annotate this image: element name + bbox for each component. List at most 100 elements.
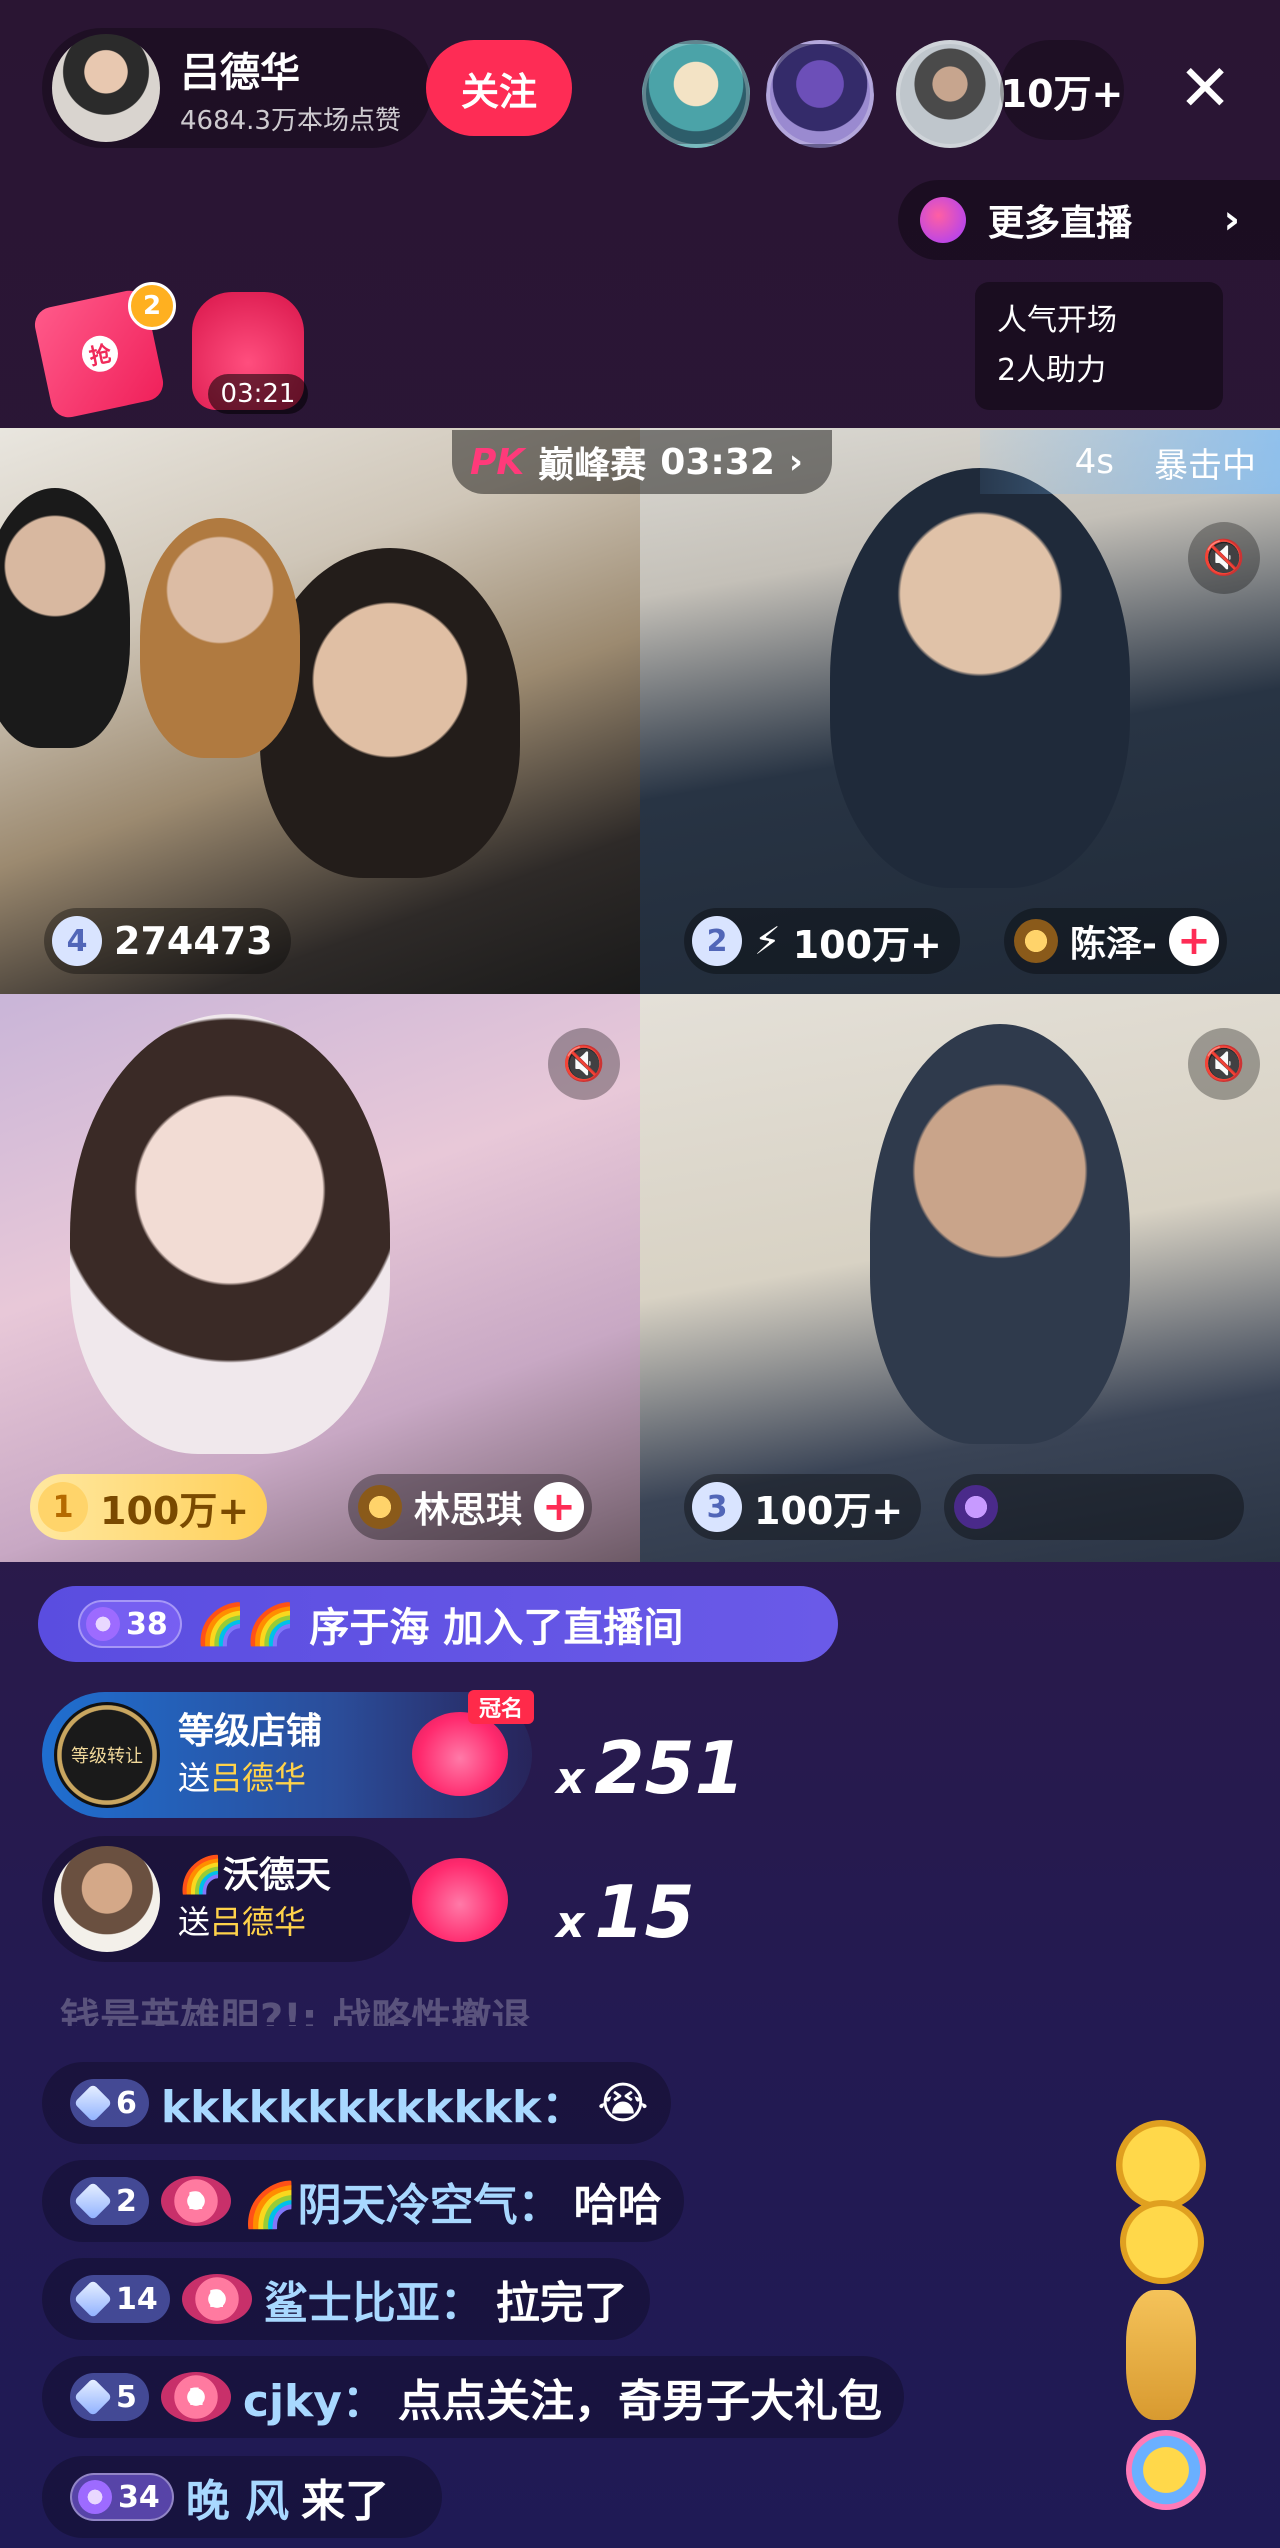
follow-plus-icon[interactable]: + [534,1482,585,1532]
gem-icon [86,1607,120,1641]
pk-logo: PK [470,441,525,483]
pk-match-bar[interactable]: PK 巅峰赛 03:32 › [452,430,832,494]
score-value: 274473 [114,919,273,963]
more-live-button[interactable]: 更多直播 › [898,180,1280,260]
level-number: 5 [116,2379,137,2415]
fan-club-icon: 2 [160,2176,231,2226]
chat-message[interactable]: 5 1 cjky： 点点关注，奇男子大礼包 [42,2356,904,2438]
chevron-right-icon: › [788,442,803,482]
popularity-line: 2人助力 [997,353,1107,388]
tile-name-pill[interactable]: 陈泽- + [1004,908,1227,974]
avatar-logo-text: 等级转让 [71,1746,143,1767]
close-icon[interactable]: ✕ [1160,44,1250,134]
mute-icon[interactable]: 🔇 [1188,1028,1260,1100]
tile-name-pill[interactable]: 林思琪 + [348,1474,593,1540]
level-number: 38 [126,1606,168,1642]
chat-text: 来了 [301,2476,390,2527]
chat-username[interactable]: 鲨士比亚： [264,2267,484,2331]
score-value: 100万+ [792,922,942,967]
rank-badge: 3 [692,1482,742,1532]
level-number: 2 [116,2183,137,2219]
host-avatar[interactable] [52,34,160,142]
diamond-icon [73,2377,113,2417]
sender-avatar[interactable]: 等级转让 [54,1702,160,1808]
medal-icon [954,1485,998,1529]
gift-sender: 🌈沃德天 [178,1855,331,1896]
streamer-figure [870,1024,1130,1444]
viewer-count[interactable]: 10万+ [1000,40,1124,140]
streamer-figure [830,468,1130,888]
crit-seconds: 4s [1074,442,1114,482]
diamond-icon [73,2279,113,2319]
streamer-name: 林思琪 [414,1490,523,1531]
tile-score[interactable]: 2 ⚡ 100万+ [684,908,960,974]
crit-banner: 4s 暴击中 [980,430,1280,494]
pk-title: 巅峰赛 [538,445,647,486]
chat-username[interactable]: 🌈阴天冷空气： [243,2169,562,2233]
sponsor-tag: 冠名 [468,1690,534,1724]
tile-score[interactable]: 3 100万+ [684,1474,922,1540]
tile-score[interactable]: 4 274473 [44,908,291,974]
combo-x: x [556,1753,585,1804]
user-level-badge: 5 [70,2373,149,2421]
level-number: 14 [116,2281,158,2317]
top-viewer-avatar[interactable] [642,40,750,148]
gift-sender: 等级店铺 [178,1711,323,1752]
combo-x: x [556,1897,585,1948]
planet-icon [920,197,966,243]
medal-icon [358,1485,402,1529]
diamond-icon [73,2083,113,2123]
floating-emoji-stack [1106,2110,1216,2510]
follow-button[interactable]: 关注 [426,40,572,136]
level-number: 6 [116,2085,137,2121]
chat-message[interactable]: 2 2 🌈阴天冷空气： 哈哈 [42,2160,684,2242]
rank-badge: 1 [38,1482,88,1532]
sender-avatar[interactable] [54,1846,160,1952]
combo-count: 15 [594,1870,695,1954]
gift-to-prefix: 送 [178,1903,211,1941]
mute-icon[interactable]: 🔇 [548,1028,620,1100]
faded-chat-text: 钱是英雄胆?!: 战略性撤退 [60,1996,532,2026]
heart-gift-icon [412,1858,508,1942]
user-level-badge: 6 [70,2079,149,2127]
fan-club-icon: 2 [181,2274,252,2324]
chat-message[interactable]: 14 2 鲨士比亚： 拉完了 [42,2258,650,2340]
chat-message[interactable]: 34 晚 风 来了 [42,2456,442,2538]
chat-message[interactable]: 6 kkkkkkkkkkkkk： 😭 [42,2062,671,2144]
host-likes: 4684.3万本场点赞 [180,106,401,136]
host-name: 吕德华 [180,50,300,96]
gift-combo: x 251 [556,1726,745,1810]
top-viewer-avatar[interactable] [766,40,874,148]
laughing-emoji-icon [1120,2200,1204,2284]
user-level-badge: 38 [78,1600,182,1648]
diamond-icon [73,2181,113,2221]
tile-score[interactable]: 1 100万+ [30,1474,268,1540]
join-user: 序于海 [309,1605,430,1651]
tile-name-pill[interactable] [944,1474,1244,1540]
faded-chat-line: 钱是英雄胆?!: 战略性撤退 [60,1986,531,2026]
chat-username[interactable]: kkkkkkkkkkkkk： [161,2071,585,2135]
laughing-emoji-icon [1116,2120,1206,2210]
streamer-figure [260,548,520,878]
gift-combo: x 15 [556,1870,695,1954]
chat-username[interactable]: cjky： [243,2365,386,2429]
thumb-emoji-icon [1126,2290,1196,2420]
gift-card[interactable]: 🌈沃德天 送吕德华 [42,1836,412,1962]
packet-count-badge: 2 [128,282,176,330]
crit-label: 暴击中 [1154,445,1256,486]
gift-target: 吕德华 [210,1759,307,1797]
user-level-badge: 2 [70,2177,149,2225]
popularity-box[interactable]: 人气开场 2人助力 [975,282,1223,410]
packet-seal: 抢 [78,332,122,376]
top-viewer-avatar[interactable] [896,40,1004,148]
lightning-icon: ⚡ [754,919,781,963]
combo-count: 251 [594,1726,745,1810]
follow-plus-icon[interactable]: + [1168,916,1219,966]
fan-club-icon: 1 [160,2372,231,2422]
join-notice: 38 🌈🌈 序于海 加入了直播间 [38,1586,838,1662]
user-level-badge: 34 [70,2473,174,2521]
join-action: 加入了直播间 [443,1605,684,1651]
heart-gift-icon [412,1712,508,1796]
mute-icon[interactable]: 🔇 [1188,522,1260,594]
chat-username[interactable]: 晚 风 [186,2465,289,2529]
